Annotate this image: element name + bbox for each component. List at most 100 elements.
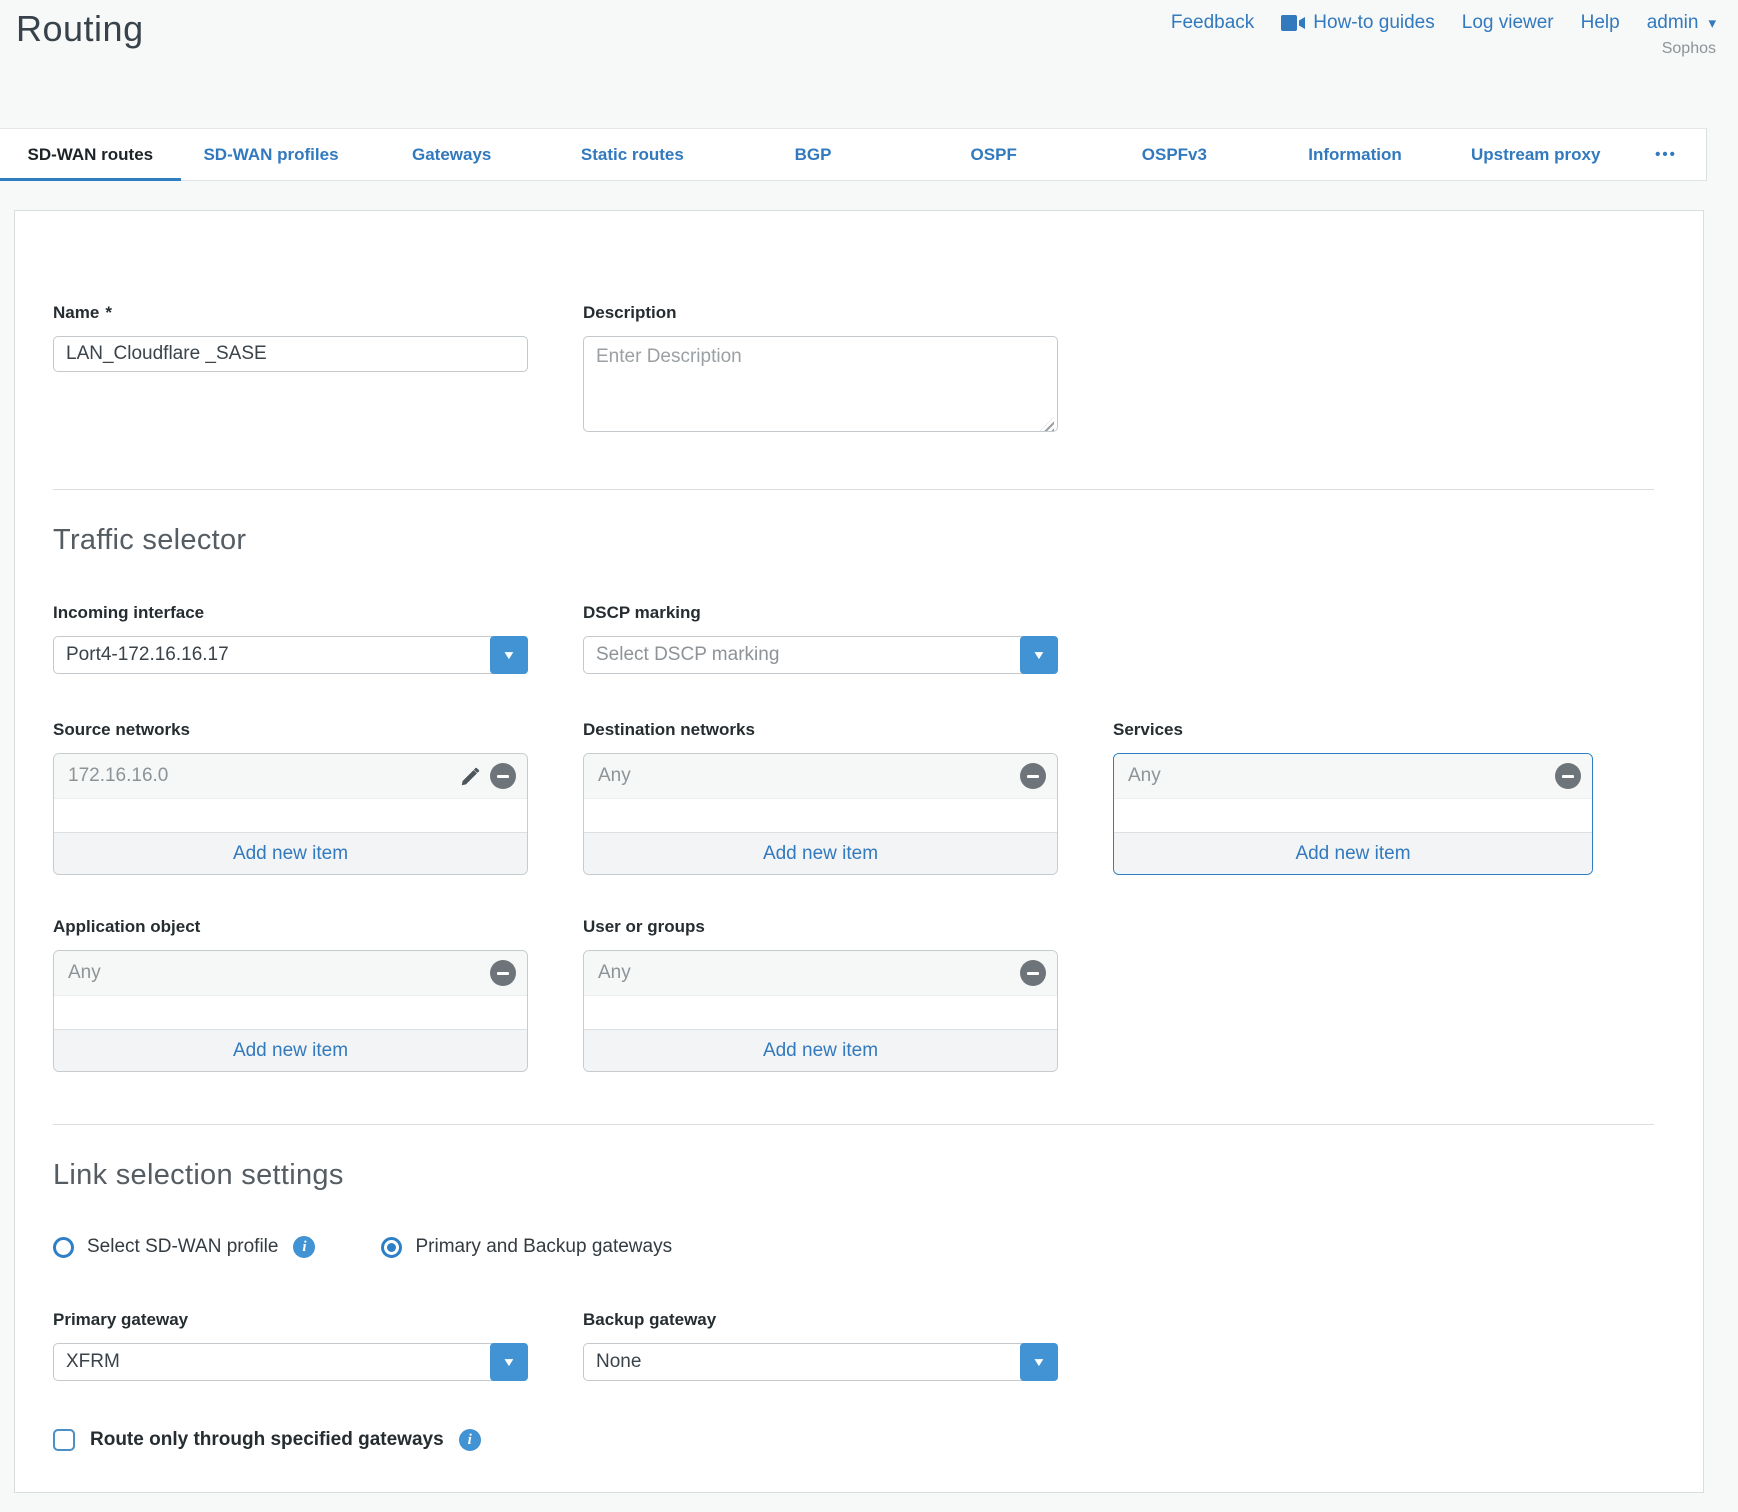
list-item: Any xyxy=(1114,754,1592,799)
list-item: Any xyxy=(584,951,1057,996)
video-camera-icon xyxy=(1281,15,1305,31)
primary-gateway-label: Primary gateway xyxy=(53,1310,528,1330)
name-label-text: Name xyxy=(53,303,99,323)
edit-icon[interactable] xyxy=(460,766,481,787)
services-label-text: Services xyxy=(1113,720,1183,740)
description-textarea[interactable] xyxy=(583,336,1058,432)
user-or-groups-item: Any xyxy=(598,962,1020,984)
description-label: Description xyxy=(583,303,1058,323)
dropdown-arrow-icon: ▼ xyxy=(502,1355,517,1369)
dscp-marking-label: DSCP marking xyxy=(583,603,1058,623)
destination-networks-box: Any Add new item xyxy=(583,753,1058,875)
admin-menu-label: admin xyxy=(1647,12,1699,34)
incoming-interface-select[interactable]: Port4-172.16.16.17 ▼ xyxy=(53,636,528,674)
primary-gateway-select[interactable]: XFRM ▼ xyxy=(53,1343,528,1381)
top-nav: Feedback How-to guides Log viewer Help a… xyxy=(1171,12,1716,58)
user-or-groups-label: User or groups xyxy=(583,917,1058,937)
chevron-down-icon: ▾ xyxy=(1708,14,1716,32)
tab-bar: SD-WAN routes SD-WAN profiles Gateways S… xyxy=(0,128,1707,181)
link-selection-heading: Link selection settings xyxy=(53,1159,1654,1192)
source-networks-label: Source networks xyxy=(53,720,528,740)
route-only-checkbox[interactable] xyxy=(53,1429,75,1451)
user-or-groups-box: Any Add new item xyxy=(583,950,1058,1072)
dscp-marking-label-text: DSCP marking xyxy=(583,603,701,623)
source-networks-label-text: Source networks xyxy=(53,720,190,740)
destination-network-item: Any xyxy=(598,765,1020,787)
nav-how-to-guides-label: How-to guides xyxy=(1313,12,1434,34)
tab-sd-wan-profiles[interactable]: SD-WAN profiles xyxy=(181,129,362,180)
list-item: Any xyxy=(54,951,527,996)
dscp-marking-placeholder: Select DSCP marking xyxy=(584,644,1057,666)
incoming-interface-label: Incoming interface xyxy=(53,603,528,623)
services-label: Services xyxy=(1113,720,1593,740)
nav-feedback[interactable]: Feedback xyxy=(1171,12,1254,34)
page-title: Routing xyxy=(16,8,144,50)
sdwan-profile-radio-group[interactable]: Select SD-WAN profile i xyxy=(53,1236,315,1258)
primary-gateway-label-text: Primary gateway xyxy=(53,1310,188,1330)
application-object-item: Any xyxy=(68,962,490,984)
section-divider xyxy=(53,1124,1654,1125)
primary-gateway-value: XFRM xyxy=(54,1351,527,1373)
backup-gateway-select[interactable]: None ▼ xyxy=(583,1343,1058,1381)
dscp-marking-select[interactable]: Select DSCP marking ▼ xyxy=(583,636,1058,674)
services-box: Any Add new item xyxy=(1113,753,1593,875)
more-tabs-icon[interactable]: ••• xyxy=(1626,129,1706,180)
remove-item-icon[interactable] xyxy=(1555,763,1581,789)
traffic-selector-heading: Traffic selector xyxy=(53,524,1654,557)
dropdown-arrow-icon: ▼ xyxy=(1032,648,1047,662)
tab-bgp[interactable]: BGP xyxy=(723,129,904,180)
application-object-add-button[interactable]: Add new item xyxy=(54,1029,527,1071)
incoming-interface-dropdown-button[interactable]: ▼ xyxy=(490,636,528,674)
admin-menu[interactable]: admin ▾ xyxy=(1647,12,1716,34)
dropdown-arrow-icon: ▼ xyxy=(502,648,517,662)
gateways-radio-label: Primary and Backup gateways xyxy=(415,1236,672,1258)
list-item: 172.16.16.0 xyxy=(54,754,527,799)
page-header: Routing Feedback How-to guides Log viewe… xyxy=(0,0,1738,128)
tab-sd-wan-routes[interactable]: SD-WAN routes xyxy=(0,129,181,180)
remove-item-icon[interactable] xyxy=(490,763,516,789)
name-input[interactable] xyxy=(53,336,528,372)
destination-networks-label-text: Destination networks xyxy=(583,720,755,740)
gateways-radio-group[interactable]: Primary and Backup gateways xyxy=(381,1236,672,1258)
incoming-interface-label-text: Incoming interface xyxy=(53,603,204,623)
backup-gateway-dropdown-button[interactable]: ▼ xyxy=(1020,1343,1058,1381)
tab-information[interactable]: Information xyxy=(1265,129,1446,180)
dscp-marking-dropdown-button[interactable]: ▼ xyxy=(1020,636,1058,674)
user-or-groups-add-button[interactable]: Add new item xyxy=(584,1029,1057,1071)
list-item: Any xyxy=(584,754,1057,799)
tab-static-routes[interactable]: Static routes xyxy=(542,129,723,180)
remove-item-icon[interactable] xyxy=(1020,763,1046,789)
name-label: Name * xyxy=(53,303,528,323)
backup-gateway-value: None xyxy=(584,1351,1057,1373)
user-or-groups-label-text: User or groups xyxy=(583,917,705,937)
description-label-text: Description xyxy=(583,303,677,323)
backup-gateway-label-text: Backup gateway xyxy=(583,1310,716,1330)
tab-gateways[interactable]: Gateways xyxy=(361,129,542,180)
info-icon[interactable]: i xyxy=(293,1236,315,1258)
radio-unselected-icon[interactable] xyxy=(53,1237,74,1258)
nav-help[interactable]: Help xyxy=(1581,12,1620,34)
route-only-checkbox-label: Route only through specified gateways xyxy=(90,1429,444,1451)
nav-help-label: Help xyxy=(1581,12,1620,34)
application-object-box: Any Add new item xyxy=(53,950,528,1072)
tab-ospfv3[interactable]: OSPFv3 xyxy=(1084,129,1265,180)
tab-upstream-proxy[interactable]: Upstream proxy xyxy=(1445,129,1626,180)
backup-gateway-label: Backup gateway xyxy=(583,1310,1058,1330)
source-networks-add-button[interactable]: Add new item xyxy=(54,832,527,874)
info-icon[interactable]: i xyxy=(459,1429,481,1451)
nav-log-viewer[interactable]: Log viewer xyxy=(1462,12,1554,34)
services-add-button[interactable]: Add new item xyxy=(1114,832,1592,874)
remove-item-icon[interactable] xyxy=(1020,960,1046,986)
radio-selected-icon[interactable] xyxy=(381,1237,402,1258)
section-divider xyxy=(53,489,1654,490)
dropdown-arrow-icon: ▼ xyxy=(1032,1355,1047,1369)
remove-item-icon[interactable] xyxy=(490,960,516,986)
tab-ospf[interactable]: OSPF xyxy=(903,129,1084,180)
incoming-interface-value: Port4-172.16.16.17 xyxy=(54,644,527,666)
application-object-label: Application object xyxy=(53,917,528,937)
nav-how-to-guides[interactable]: How-to guides xyxy=(1281,12,1434,34)
primary-gateway-dropdown-button[interactable]: ▼ xyxy=(490,1343,528,1381)
destination-networks-add-button[interactable]: Add new item xyxy=(584,832,1057,874)
brand-label: Sophos xyxy=(1171,40,1716,58)
nav-log-viewer-label: Log viewer xyxy=(1462,12,1554,34)
